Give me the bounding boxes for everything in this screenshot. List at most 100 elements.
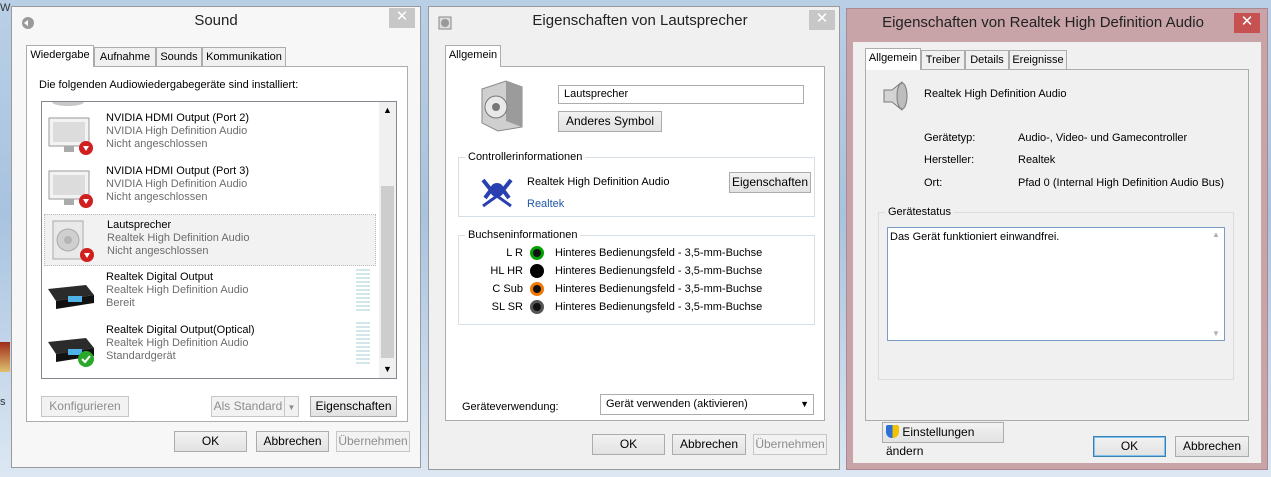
tab-label: Allgemein xyxy=(448,49,498,61)
speaker-tab-panel: Lautsprecher Anderes Symbol Controllerin… xyxy=(445,66,825,421)
device-type-key: Gerätetyp: xyxy=(924,132,976,144)
speaker-window-title: Eigenschaften von Lautsprecher xyxy=(532,12,748,29)
configure-button[interactable]: Konfigurieren xyxy=(41,396,129,417)
tab-label: Aufnahme xyxy=(99,51,151,63)
speaker-name-field[interactable]: Lautsprecher xyxy=(558,85,804,104)
scroll-down-icon[interactable]: ▼ xyxy=(379,361,396,378)
scroll-up-icon[interactable]: ▲ xyxy=(1208,230,1224,239)
jack-label: HL HR xyxy=(490,265,523,277)
desktop-icon[interactable] xyxy=(0,342,10,372)
device-status: Bereit xyxy=(106,297,135,309)
device-driver: Realtek High Definition Audio xyxy=(106,337,249,349)
speaker-titlebar[interactable]: Eigenschaften von Lautsprecher xyxy=(429,7,839,37)
apply-button[interactable]: Übernehmen xyxy=(753,434,827,455)
list-item[interactable]: NVIDIA HDMI Output (Port 3) NVIDIA High … xyxy=(44,161,376,213)
device-name: NVIDIA HDMI Output (Port 2) xyxy=(106,112,250,124)
jack-desc: Hinteres Bedienungsfeld - 3,5-mm-Buchse xyxy=(555,283,763,295)
realtek-logo-icon xyxy=(479,176,515,208)
monitor-icon xyxy=(46,112,96,156)
speaker-icon xyxy=(476,77,528,133)
close-icon: ✕ xyxy=(395,8,409,25)
tab-aufnahme[interactable]: Aufnahme xyxy=(94,47,156,66)
device-status: Nicht angeschlossen xyxy=(107,245,209,257)
jack-desc: Hinteres Bedienungsfeld - 3,5-mm-Buchse xyxy=(555,301,763,313)
controller-info-group: Controllerinformationen Realtek High Def… xyxy=(458,151,815,217)
scroll-thumb[interactable] xyxy=(381,186,394,358)
change-settings-button[interactable]: Einstellungen ändern xyxy=(882,422,1004,458)
tab-kommunikation[interactable]: Kommunikation xyxy=(202,47,286,66)
realtek-properties-window: Eigenschaften von Realtek High Definitio… xyxy=(846,8,1268,470)
change-icon-button[interactable]: Anderes Symbol xyxy=(558,111,662,132)
speaker-close-button[interactable]: ✕ xyxy=(809,10,835,30)
usage-select[interactable]: Gerät verwenden (aktivieren) ▼ xyxy=(600,394,814,415)
tab-sounds[interactable]: Sounds xyxy=(156,47,202,66)
status-group-label: Gerätestatus xyxy=(885,206,954,218)
jack-row: L R Hinteres Bedienungsfeld - 3,5-mm-Buc… xyxy=(459,244,799,262)
sound-close-button[interactable]: ✕ xyxy=(389,8,415,28)
jack-color-icon xyxy=(530,246,544,260)
manufacturer-value: Realtek xyxy=(1018,154,1056,166)
ok-button[interactable]: OK xyxy=(174,431,247,452)
scroll-up-icon[interactable]: ▲ xyxy=(379,102,396,119)
list-item-selected[interactable]: Lautsprecher Realtek High Definition Aud… xyxy=(44,214,376,266)
apply-button[interactable]: Übernehmen xyxy=(336,431,410,452)
device-status-textbox[interactable]: Das Gerät funktioniert einwandfrei. ▲ ▼ xyxy=(887,227,1225,341)
speaker-icon xyxy=(47,219,97,263)
tab-label: Kommunikation xyxy=(206,51,282,63)
tab-wiedergabe[interactable]: Wiedergabe xyxy=(26,45,94,67)
device-driver: Realtek High Definition Audio xyxy=(107,232,250,244)
device-name: Realtek Digital Output(Optical) xyxy=(106,324,255,336)
digital-output-icon xyxy=(46,324,96,368)
tab-allgemein[interactable]: Allgemein xyxy=(445,45,501,67)
tab-label: Treiber xyxy=(925,54,961,66)
list-item[interactable]: Realtek Digital Output Realtek High Defi… xyxy=(44,267,376,319)
properties-button[interactable]: Eigenschaften xyxy=(310,396,397,417)
device-type-value: Audio-, Video- und Gamecontroller xyxy=(1018,132,1188,144)
uac-shield-icon xyxy=(886,425,899,438)
cancel-button[interactable]: Abbrechen xyxy=(256,431,329,452)
status-scrollbar[interactable]: ▲ ▼ xyxy=(1208,228,1224,340)
cancel-button[interactable]: Abbrechen xyxy=(1175,436,1249,457)
device-name: Realtek High Definition Audio xyxy=(924,88,1067,100)
device-driver: NVIDIA High Definition Audio xyxy=(106,125,248,137)
controller-properties-button[interactable]: Eigenschaften xyxy=(729,172,811,193)
cancel-button[interactable]: Abbrechen xyxy=(672,434,746,455)
ok-button[interactable]: OK xyxy=(1093,436,1166,457)
scroll-down-icon[interactable]: ▼ xyxy=(1208,329,1224,338)
jack-row: SL SR Hinteres Bedienungsfeld - 3,5-mm-B… xyxy=(459,298,799,316)
tab-label: Details xyxy=(970,54,1004,66)
sound-app-icon xyxy=(20,13,36,29)
realtek-titlebar[interactable]: Eigenschaften von Realtek High Definitio… xyxy=(847,9,1267,39)
device-driver: Realtek High Definition Audio xyxy=(106,284,249,296)
controller-name: Realtek High Definition Audio xyxy=(527,176,670,188)
jack-row: HL HR Hinteres Bedienungsfeld - 3,5-mm-B… xyxy=(459,262,799,280)
close-icon: ✕ xyxy=(1240,13,1254,30)
tab-ereignisse[interactable]: Ereignisse xyxy=(1009,50,1067,69)
device-status: Nicht angeschlossen xyxy=(106,191,208,203)
jack-label: SL SR xyxy=(491,301,523,313)
monitor-icon xyxy=(46,165,96,209)
jack-desc: Hinteres Bedienungsfeld - 3,5-mm-Buchse xyxy=(555,247,763,259)
controller-link[interactable]: Realtek xyxy=(527,198,564,210)
set-default-dropdown[interactable]: ▼ xyxy=(284,396,299,417)
tab-treiber[interactable]: Treiber xyxy=(921,50,965,69)
usage-label: Geräteverwendung: xyxy=(462,401,559,413)
jack-label: L R xyxy=(506,247,523,259)
device-list-scrollbar[interactable]: ▲ ▼ xyxy=(379,102,396,378)
realtek-close-button[interactable]: ✕ xyxy=(1234,13,1260,33)
set-default-button[interactable]: Als Standard xyxy=(211,396,285,417)
device-name: Lautsprecher xyxy=(107,219,172,231)
list-item[interactable]: Realtek Digital Output(Optical) Realtek … xyxy=(44,320,376,372)
device-partial-top xyxy=(52,102,84,106)
sound-titlebar[interactable]: Sound xyxy=(12,7,420,37)
location-key: Ort: xyxy=(924,177,943,189)
tab-details[interactable]: Details xyxy=(965,50,1009,69)
tab-allgemein[interactable]: Allgemein xyxy=(865,48,921,70)
jack-color-icon xyxy=(530,282,544,296)
list-item[interactable]: NVIDIA HDMI Output (Port 2) NVIDIA High … xyxy=(44,108,376,160)
close-icon: ✕ xyxy=(815,10,829,27)
tab-label: Sounds xyxy=(160,51,198,63)
ok-button[interactable]: OK xyxy=(592,434,665,455)
realtek-window-title: Eigenschaften von Realtek High Definitio… xyxy=(882,14,1204,31)
playback-device-list[interactable]: NVIDIA HDMI Output (Port 2) NVIDIA High … xyxy=(41,101,397,379)
